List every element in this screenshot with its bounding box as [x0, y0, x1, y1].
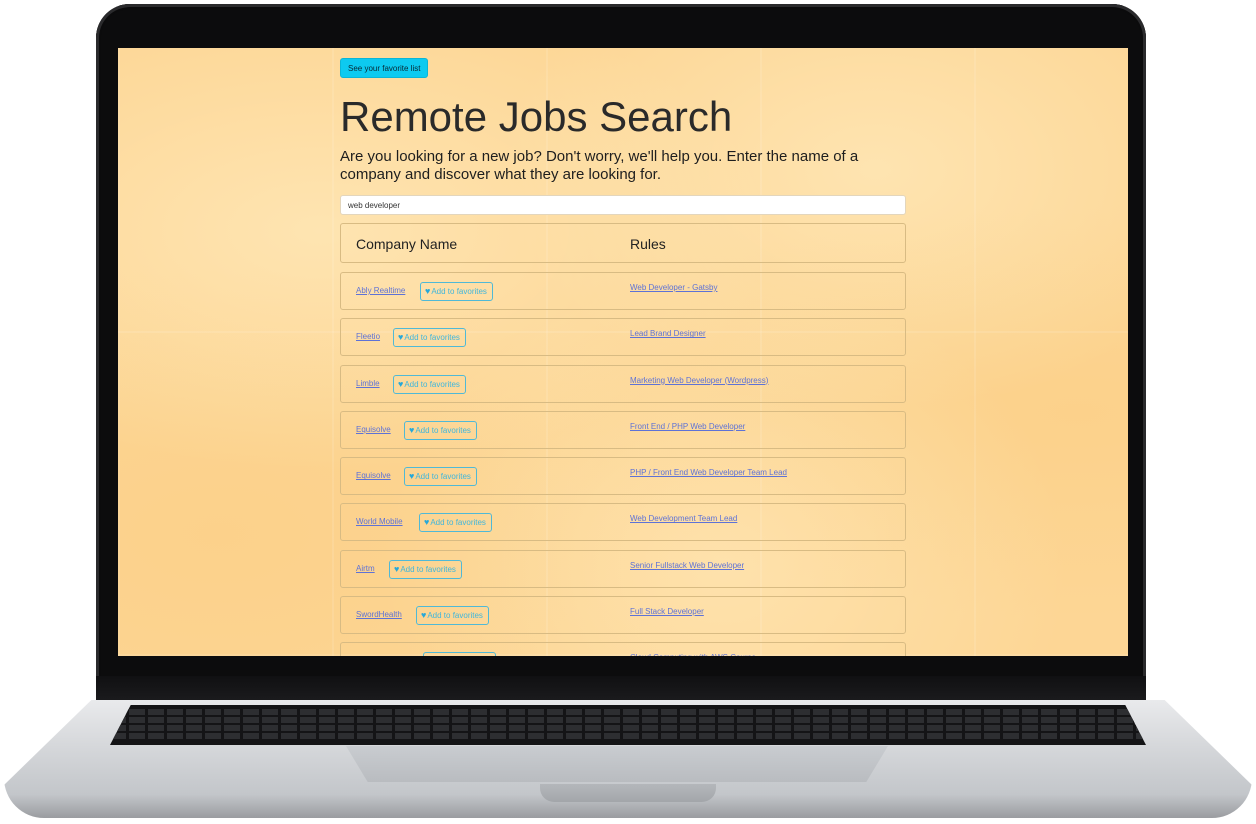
table-header: Company Name Rules	[340, 223, 906, 263]
table-row: Ably Realtime ♥Add to favorites Web Develo…	[340, 272, 906, 310]
rule-link[interactable]: Senior Fullstack Web Developer	[630, 561, 744, 570]
company-link[interactable]: Limble	[356, 379, 380, 388]
column-header-rules: Rules	[630, 236, 666, 252]
add-to-favorites-button[interactable]: ♥Add to favorites	[416, 606, 489, 626]
table-row: Limble ♥Add to favorites Marketing Web Dev…	[340, 364, 906, 403]
laptop-screen: See your favorite list Remote Jobs Searc…	[118, 48, 1128, 656]
heart-icon: ♥	[425, 286, 431, 296]
company-link[interactable]: Fleetio	[356, 332, 380, 341]
heart-icon: ♥	[409, 424, 415, 435]
laptop-trackpad	[346, 746, 888, 782]
rule-link[interactable]: Web Development Team Lead	[630, 514, 737, 523]
rule-link[interactable]: Cloud Computing with AWS Course	[630, 653, 756, 656]
add-to-favorites-button[interactable]: ♥Add to favorites	[420, 282, 493, 301]
table-row: Equisolve ♥Add to favorites Front End / PH…	[340, 410, 906, 449]
heart-icon: ♥	[421, 610, 427, 621]
page-title: Remote Jobs Search	[340, 93, 733, 140]
company-link[interactable]: Equisolve	[356, 425, 391, 434]
add-to-favorites-label: Add to favorites	[427, 611, 483, 621]
laptop-notch	[540, 784, 716, 802]
add-to-favorites-button[interactable]: ♥Add to favorites	[404, 420, 477, 440]
table-row: Equisolve ♥Add to favorites PHP / Front En…	[340, 457, 906, 496]
rule-link[interactable]: PHP / Front End Web Developer Team Lead	[630, 468, 787, 477]
table-row: Fleetio ♥Add to favorites Lead Brand Desig…	[340, 318, 906, 357]
heart-icon: ♥	[424, 517, 430, 528]
company-link[interactable]: Ably Realtime	[356, 286, 405, 295]
table-row: Airtm ♥Add to favorites Senior Fullstack W…	[340, 549, 906, 588]
page-subtitle: Are you looking for a new job? Don't wor…	[340, 148, 859, 183]
add-to-favorites-button[interactable]: ♥Add to favorites	[393, 328, 466, 348]
add-to-favorites-label: Add to favorites	[415, 425, 471, 435]
heart-icon: ♥	[394, 563, 400, 574]
rule-link[interactable]: Full Stack Developer	[630, 607, 704, 616]
company-link[interactable]: World Mobile	[356, 517, 403, 526]
column-header-company: Company Name	[356, 236, 458, 252]
add-to-favorites-button[interactable]: ♥Add to favorites	[393, 374, 466, 394]
laptop-keyboard	[110, 705, 1146, 745]
add-to-favorites-label: Add to favorites	[400, 564, 456, 574]
table-row: SwordHealth ♥Add to favorites Full Stack D…	[340, 596, 906, 635]
add-to-favorites-label: Add to favorites	[431, 287, 487, 296]
rule-link[interactable]: Front End / PHP Web Developer	[630, 422, 745, 431]
add-to-favorites-label: Add to favorites	[404, 379, 460, 389]
heart-icon: ♥	[398, 378, 404, 389]
company-link[interactable]: Equisolve	[356, 471, 391, 480]
laptop-hinge	[96, 676, 1146, 704]
see-favorites-button[interactable]: See your favorite list	[340, 58, 429, 78]
add-to-favorites-button[interactable]: ♥Add to favorites	[404, 467, 477, 487]
company-link[interactable]: SwordHealth	[356, 610, 402, 619]
table-row: World Mobile ♥Add to favorites Web Develop…	[340, 503, 906, 542]
table-row: CareerFoundry♥Add to favoritesCloud Comp…	[340, 642, 906, 656]
search-input[interactable]	[340, 195, 906, 215]
rule-link[interactable]: Lead Brand Designer	[630, 329, 706, 338]
add-to-favorites-label: Add to favorites	[404, 333, 460, 343]
add-to-favorites-button[interactable]: ♥Add to favorites	[419, 513, 492, 533]
heart-icon: ♥	[409, 471, 415, 482]
add-to-favorites-label: Add to favorites	[430, 518, 486, 528]
rule-link[interactable]: Marketing Web Developer (Wordpress)	[630, 376, 768, 385]
rule-link[interactable]: Web Developer - Gatsby	[630, 283, 717, 292]
add-to-favorites-button[interactable]: ♥Add to favorites	[389, 559, 462, 579]
add-to-favorites-button[interactable]: ♥Add to favorites	[423, 652, 496, 656]
heart-icon: ♥	[398, 332, 404, 343]
job-list: Ably Realtime ♥Add to favorites Web Develo…	[340, 272, 906, 656]
company-link[interactable]: Airtm	[356, 564, 375, 573]
add-to-favorites-label: Add to favorites	[415, 472, 471, 482]
